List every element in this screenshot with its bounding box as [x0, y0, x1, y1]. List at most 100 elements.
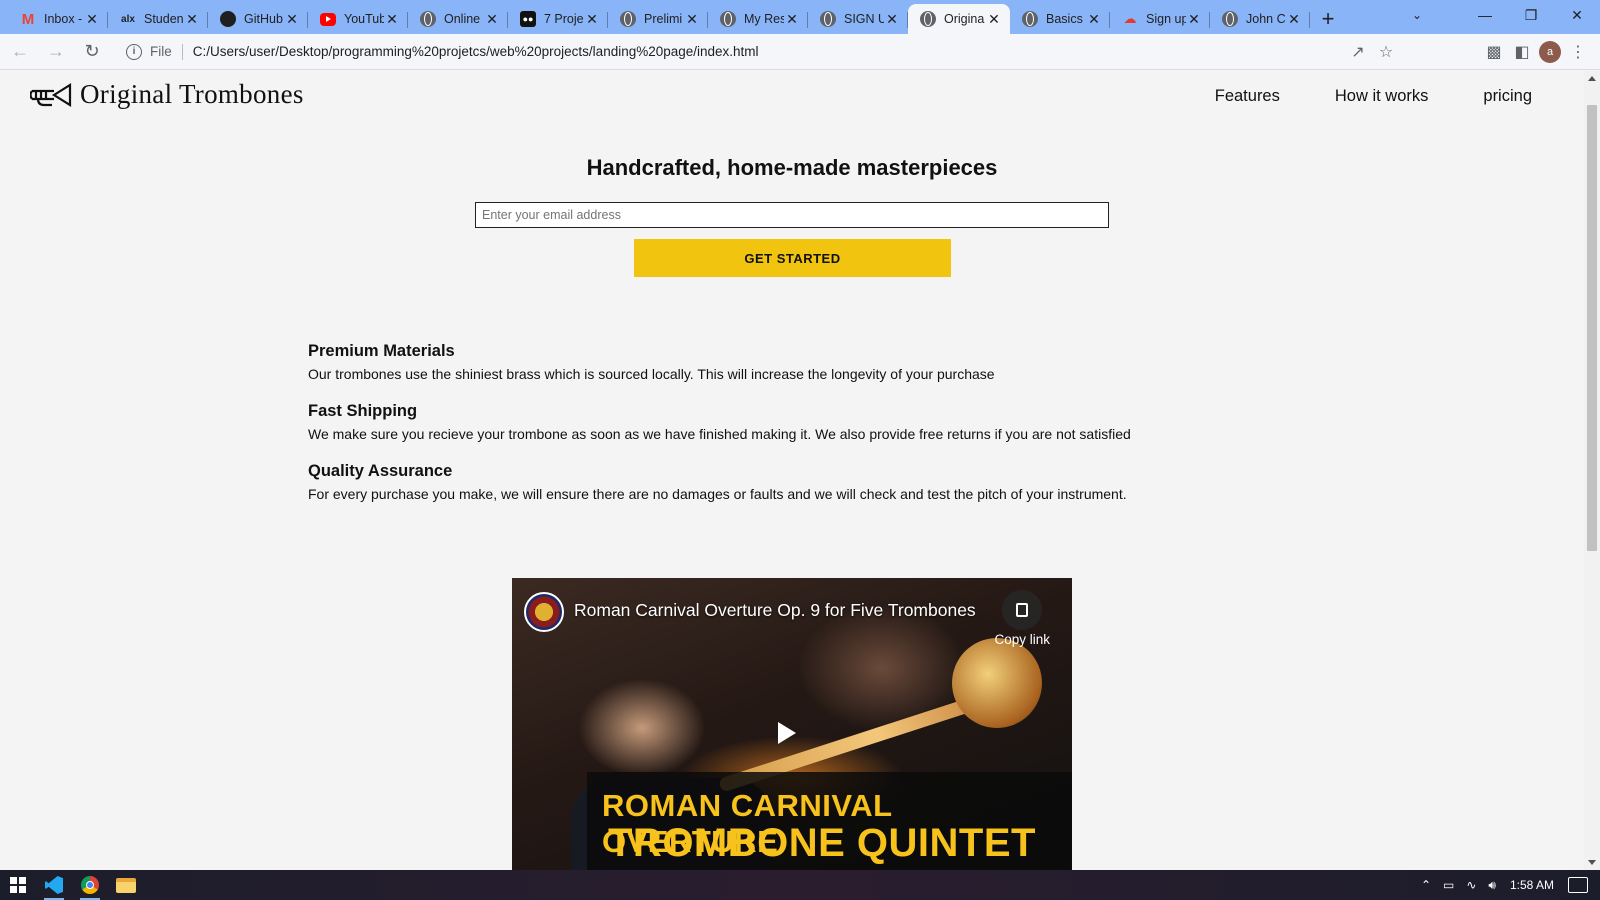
- forward-button[interactable]: →: [40, 36, 72, 68]
- taskbar-vscode[interactable]: [36, 870, 72, 900]
- tab-title: Online: [444, 12, 481, 26]
- nav-link-features[interactable]: Features: [1215, 87, 1280, 106]
- site-logo[interactable]: Original Trombones: [30, 79, 304, 110]
- minimize-button[interactable]: —: [1462, 0, 1508, 30]
- tab-close-icon[interactable]: ✕: [784, 11, 800, 28]
- back-button[interactable]: ←: [4, 36, 36, 68]
- url-text[interactable]: C:/Users/user/Desktop/programming%20proj…: [193, 44, 759, 59]
- toolbar-right-actions: ▩ ◧ a ⋮: [1480, 38, 1592, 66]
- side-panel-icon[interactable]: ◧: [1508, 38, 1536, 66]
- tab-title: Origina: [944, 12, 985, 26]
- email-input[interactable]: [475, 202, 1109, 228]
- nav-link-how-it-works[interactable]: How it works: [1335, 87, 1429, 106]
- tab-close-icon[interactable]: ✕: [384, 11, 400, 28]
- tab-title: Sign up: [1146, 12, 1186, 26]
- feature-text: For every purchase you make, we will ens…: [308, 486, 1127, 502]
- window-controls: — ❐ ✕: [1462, 0, 1600, 30]
- feature-title: Fast Shipping: [308, 402, 418, 420]
- windows-taskbar: ⌃ ▭ ∿ 🔊︎ 1:58 AM: [0, 870, 1600, 900]
- play-icon[interactable]: [778, 722, 796, 744]
- scroll-down-arrow-icon[interactable]: [1588, 860, 1596, 865]
- tab-close-icon[interactable]: ✕: [884, 11, 900, 28]
- medium-icon: ●●: [520, 11, 536, 27]
- scrollbar-thumb[interactable]: [1587, 105, 1597, 551]
- share-icon[interactable]: ↗: [1344, 38, 1372, 66]
- browser-tab[interactable]: John C ✕: [1210, 4, 1310, 34]
- profile-avatar[interactable]: a: [1539, 41, 1561, 63]
- notifications-icon[interactable]: [1568, 877, 1588, 893]
- windows-logo-icon: [10, 877, 26, 893]
- tab-close-icon[interactable]: ✕: [284, 11, 300, 28]
- scroll-up-arrow-icon[interactable]: [1588, 76, 1596, 81]
- tab-title: Inbox -: [44, 12, 83, 26]
- battery-icon[interactable]: ▭: [1437, 878, 1460, 892]
- get-started-button[interactable]: GET STARTED: [634, 239, 951, 277]
- tab-title: SIGN U: [844, 12, 884, 26]
- browser-tab-strip: M Inbox - ✕ alx Studen ✕ GitHub ✕ YouTub ✕ Online ✕…: [0, 0, 1600, 34]
- logo-text: Original Trombones: [80, 79, 304, 109]
- globe-icon: [720, 11, 736, 27]
- main-nav: Features How it works pricing: [1215, 87, 1532, 106]
- browser-tab[interactable]: Basics ✕: [1010, 4, 1110, 34]
- start-button[interactable]: [0, 870, 36, 900]
- feature-item: Fast Shipping We make sure you recieve y…: [308, 402, 1208, 442]
- browser-tab[interactable]: alx Studen ✕: [108, 4, 208, 34]
- channel-avatar[interactable]: [524, 592, 564, 632]
- more-menu-icon[interactable]: ⋮: [1564, 38, 1592, 66]
- browser-tab[interactable]: Prelimi ✕: [608, 4, 708, 34]
- globe-icon: [620, 11, 636, 27]
- nav-link-pricing[interactable]: pricing: [1483, 87, 1532, 106]
- browser-toolbar: ← → ↻ i File C:/Users/user/Desktop/progr…: [0, 34, 1600, 70]
- tab-close-icon[interactable]: ✕: [1086, 11, 1102, 28]
- browser-tab[interactable]: M Inbox - ✕: [8, 4, 108, 34]
- new-tab-button[interactable]: +: [1310, 4, 1346, 34]
- video-title[interactable]: Roman Carnival Overture Op. 9 for Five T…: [574, 600, 976, 621]
- youtube-icon: [320, 12, 336, 26]
- close-window-button[interactable]: ✕: [1554, 0, 1600, 30]
- page-scrollbar[interactable]: [1584, 71, 1600, 870]
- browser-tab[interactable]: Origina ✕: [908, 4, 1010, 34]
- taskbar-clock[interactable]: 1:58 AM: [1502, 878, 1568, 892]
- browser-tab[interactable]: SIGN U ✕: [808, 4, 908, 34]
- taskbar-chrome[interactable]: [72, 870, 108, 900]
- browser-tab[interactable]: GitHub ✕: [208, 4, 308, 34]
- globe-icon: [420, 11, 436, 27]
- browser-tab[interactable]: Online ✕: [408, 4, 508, 34]
- tab-close-icon[interactable]: ✕: [484, 11, 500, 28]
- browser-tab[interactable]: ●● 7 Proje ✕: [508, 4, 608, 34]
- feature-title: Premium Materials: [308, 342, 455, 360]
- tab-close-icon[interactable]: ✕: [1286, 11, 1302, 28]
- embedded-video-player[interactable]: Roman Carnival Overture Op. 9 for Five T…: [512, 578, 1072, 870]
- system-tray: ⌃ ▭ ∿ 🔊︎ 1:58 AM: [1415, 870, 1600, 900]
- browser-tab[interactable]: YouTub ✕: [308, 4, 408, 34]
- tab-close-icon[interactable]: ✕: [84, 11, 100, 28]
- restore-button[interactable]: ❐: [1508, 0, 1554, 30]
- taskbar-file-explorer[interactable]: [108, 870, 144, 900]
- browser-tab[interactable]: My Res ✕: [708, 4, 808, 34]
- copy-link-button[interactable]: Copy link: [994, 590, 1050, 647]
- tab-search-chevron-icon[interactable]: ⌄: [1402, 0, 1432, 30]
- copy-icon: [1002, 590, 1043, 630]
- globe-icon: [1222, 11, 1238, 27]
- show-hidden-icons-chevron-icon[interactable]: ⌃: [1415, 878, 1437, 892]
- address-bar[interactable]: i File C:/Users/user/Desktop/programming…: [116, 37, 1426, 66]
- tab-close-icon[interactable]: ✕: [684, 11, 700, 28]
- browser-tab[interactable]: ☁ Sign up ✕: [1110, 4, 1210, 34]
- volume-icon[interactable]: 🔊︎: [1482, 878, 1502, 893]
- bookmark-star-icon[interactable]: ☆: [1372, 38, 1400, 66]
- tab-list: M Inbox - ✕ alx Studen ✕ GitHub ✕ YouTub ✕ Online ✕…: [0, 0, 1310, 34]
- trombone-logo-icon: [30, 82, 72, 107]
- tab-close-icon[interactable]: ✕: [1186, 11, 1202, 28]
- tab-close-icon[interactable]: ✕: [184, 11, 200, 28]
- wifi-icon[interactable]: ∿: [1460, 878, 1482, 892]
- tab-close-icon[interactable]: ✕: [986, 11, 1002, 28]
- tab-title: YouTub: [344, 12, 384, 26]
- site-info-icon[interactable]: i: [126, 43, 142, 60]
- tab-close-icon[interactable]: ✕: [584, 11, 600, 28]
- extensions-puzzle-icon[interactable]: ▩: [1480, 38, 1508, 66]
- globe-icon: [920, 11, 936, 27]
- tab-title: Prelimi: [644, 12, 683, 26]
- reload-button[interactable]: ↻: [76, 36, 108, 68]
- features-section: Premium Materials Our trombones use the …: [308, 342, 1208, 522]
- folder-icon: [116, 877, 136, 893]
